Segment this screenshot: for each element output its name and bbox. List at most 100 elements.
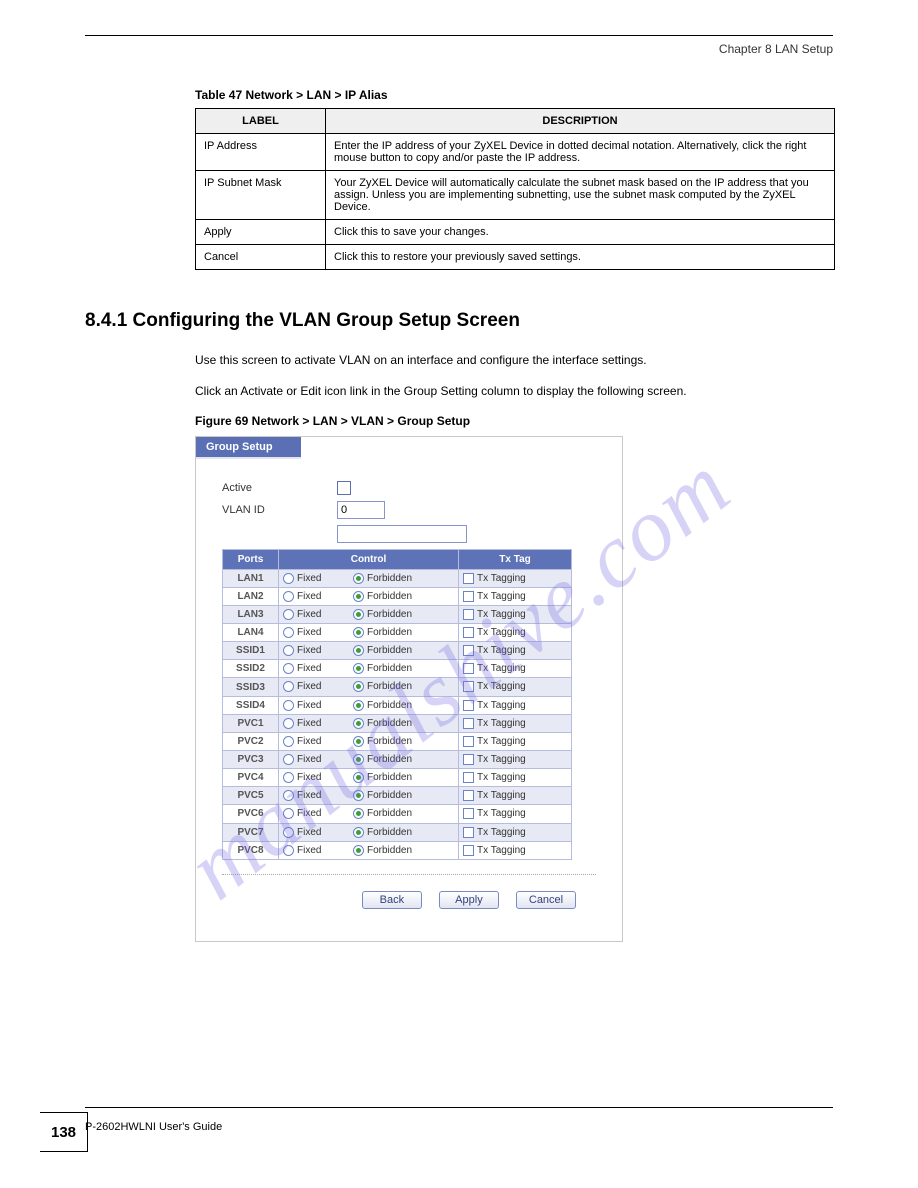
port-row: PVC4FixedForbiddenTx Tagging <box>223 769 572 787</box>
forbidden-radio[interactable] <box>353 700 364 711</box>
txtag-checkbox[interactable] <box>463 627 474 638</box>
forbidden-label: Forbidden <box>367 663 412 674</box>
txtag-checkbox[interactable] <box>463 681 474 692</box>
fixed-radio[interactable] <box>283 573 294 584</box>
fixed-radio[interactable] <box>283 754 294 765</box>
fixed-radio[interactable] <box>283 663 294 674</box>
txtag-checkbox[interactable] <box>463 845 474 856</box>
port-row: SSID3FixedForbiddenTx Tagging <box>223 678 572 696</box>
control-cell: FixedForbidden <box>279 624 459 642</box>
guide-name: P-2602HWLNI User's Guide <box>85 1121 222 1133</box>
port-label: PVC4 <box>223 769 279 787</box>
fixed-radio[interactable] <box>283 808 294 819</box>
port-label: SSID2 <box>223 660 279 678</box>
control-cell: FixedForbidden <box>279 805 459 823</box>
ports-header: Ports <box>223 549 279 569</box>
forbidden-label: Forbidden <box>367 718 412 729</box>
fixed-label: Fixed <box>297 573 321 584</box>
txtag-label: Tx Tagging <box>477 754 526 765</box>
txtag-checkbox[interactable] <box>463 754 474 765</box>
port-row: LAN4FixedForbiddenTx Tagging <box>223 624 572 642</box>
txtag-checkbox[interactable] <box>463 772 474 783</box>
txtag-label: Tx Tagging <box>477 718 526 729</box>
fixed-radio[interactable] <box>283 718 294 729</box>
fixed-label: Fixed <box>297 790 321 801</box>
forbidden-label: Forbidden <box>367 754 412 765</box>
vlan-id-input[interactable] <box>337 501 385 519</box>
fixed-radio[interactable] <box>283 790 294 801</box>
forbidden-radio[interactable] <box>353 681 364 692</box>
txtag-checkbox[interactable] <box>463 573 474 584</box>
control-cell: FixedForbidden <box>279 696 459 714</box>
table-header-description: DESCRIPTION <box>326 109 835 134</box>
fixed-radio[interactable] <box>283 681 294 692</box>
forbidden-radio[interactable] <box>353 790 364 801</box>
table-row: IP Subnet Mask Your ZyXEL Device will au… <box>196 171 835 220</box>
fixed-label: Fixed <box>297 845 321 856</box>
txtag-checkbox[interactable] <box>463 808 474 819</box>
forbidden-radio[interactable] <box>353 827 364 838</box>
forbidden-radio[interactable] <box>353 591 364 602</box>
forbidden-radio[interactable] <box>353 627 364 638</box>
forbidden-radio[interactable] <box>353 718 364 729</box>
forbidden-label: Forbidden <box>367 736 412 747</box>
fixed-radio[interactable] <box>283 827 294 838</box>
forbidden-radio[interactable] <box>353 645 364 656</box>
forbidden-radio[interactable] <box>353 808 364 819</box>
txtag-cell: Tx Tagging <box>459 569 572 587</box>
forbidden-radio[interactable] <box>353 609 364 620</box>
fixed-radio[interactable] <box>283 645 294 656</box>
fixed-label: Fixed <box>297 736 321 747</box>
fixed-label: Fixed <box>297 645 321 656</box>
fixed-radio[interactable] <box>283 845 294 856</box>
txtag-label: Tx Tagging <box>477 809 526 820</box>
txtag-checkbox[interactable] <box>463 609 474 620</box>
txtag-checkbox[interactable] <box>463 645 474 656</box>
txtag-header: Tx Tag <box>459 549 572 569</box>
txtag-cell: Tx Tagging <box>459 787 572 805</box>
apply-button[interactable]: Apply <box>439 891 499 909</box>
fixed-radio[interactable] <box>283 736 294 747</box>
table-cell-desc: Your ZyXEL Device will automatically cal… <box>326 171 835 220</box>
fixed-label: Fixed <box>297 591 321 602</box>
chapter-title: Chapter 8 LAN Setup <box>85 42 833 56</box>
fixed-radio[interactable] <box>283 772 294 783</box>
fixed-radio[interactable] <box>283 700 294 711</box>
port-label: PVC1 <box>223 714 279 732</box>
txtag-checkbox[interactable] <box>463 736 474 747</box>
back-button[interactable]: Back <box>362 891 422 909</box>
active-checkbox[interactable] <box>337 481 351 495</box>
txtag-checkbox[interactable] <box>463 790 474 801</box>
fixed-radio[interactable] <box>283 609 294 620</box>
txtag-checkbox[interactable] <box>463 700 474 711</box>
port-row: LAN1FixedForbiddenTx Tagging <box>223 569 572 587</box>
txtag-checkbox[interactable] <box>463 827 474 838</box>
table-cell-desc: Click this to save your changes. <box>326 220 835 245</box>
txtag-label: Tx Tagging <box>477 627 526 638</box>
fixed-radio[interactable] <box>283 627 294 638</box>
fixed-label: Fixed <box>297 627 321 638</box>
txtag-checkbox[interactable] <box>463 591 474 602</box>
txtag-checkbox[interactable] <box>463 718 474 729</box>
forbidden-label: Forbidden <box>367 645 412 656</box>
txtag-cell: Tx Tagging <box>459 587 572 605</box>
button-row: Back Apply Cancel <box>222 874 596 923</box>
port-row: SSID4FixedForbiddenTx Tagging <box>223 696 572 714</box>
forbidden-radio[interactable] <box>353 573 364 584</box>
forbidden-radio[interactable] <box>353 663 364 674</box>
forbidden-radio[interactable] <box>353 772 364 783</box>
section-heading: 8.4.1 Configuring the VLAN Group Setup S… <box>85 310 833 332</box>
table-row: Cancel Click this to restore your previo… <box>196 245 835 270</box>
control-header: Control <box>279 549 459 569</box>
fixed-radio[interactable] <box>283 591 294 602</box>
txtag-checkbox[interactable] <box>463 663 474 674</box>
cancel-button[interactable]: Cancel <box>516 891 576 909</box>
secondary-input[interactable] <box>337 525 467 543</box>
forbidden-radio[interactable] <box>353 845 364 856</box>
table-cell-label: Apply <box>196 220 326 245</box>
forbidden-radio[interactable] <box>353 754 364 765</box>
group-setup-tab: Group Setup <box>196 437 301 459</box>
figure-caption: Figure 69 Network > LAN > VLAN > Group S… <box>195 414 833 428</box>
txtag-label: Tx Tagging <box>477 645 526 656</box>
forbidden-radio[interactable] <box>353 736 364 747</box>
